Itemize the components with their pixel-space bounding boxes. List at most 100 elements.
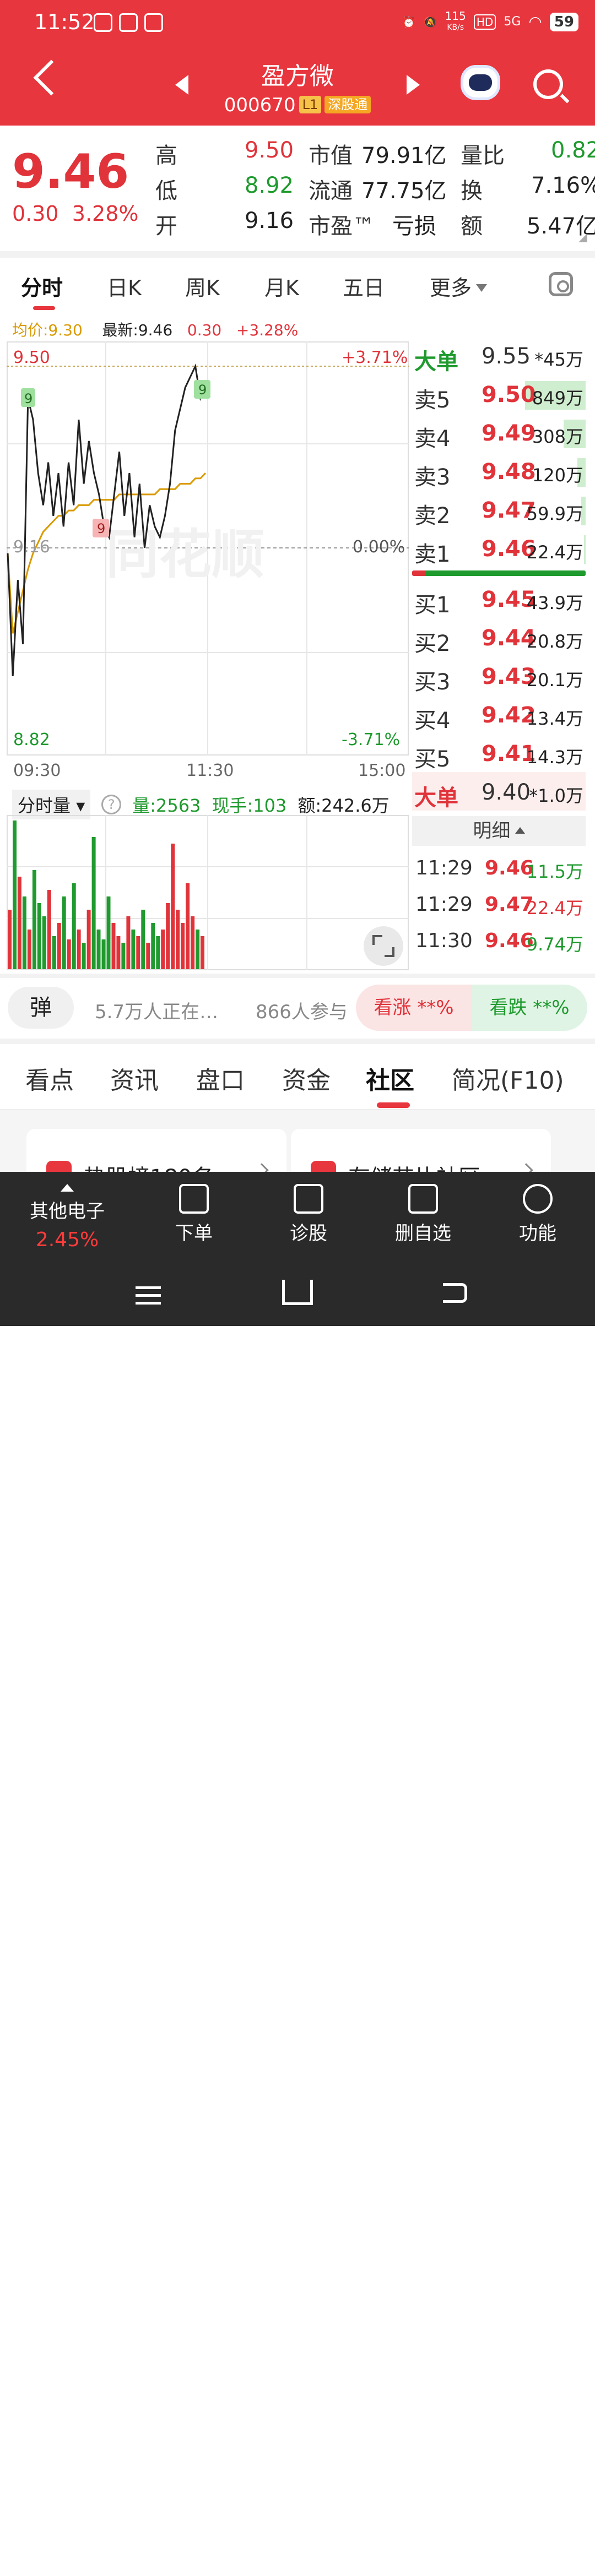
trade-row: 11:29 9.46 11.5万	[415, 857, 583, 882]
tab-weekly-k[interactable]: 周K	[185, 271, 220, 301]
tab-monthly-k[interactable]: 月K	[264, 271, 299, 301]
tab-market-depth[interactable]: 盘口	[196, 1061, 245, 1096]
net-speed: 115 KB/s	[445, 9, 466, 32]
menu-icon[interactable]	[136, 1286, 161, 1305]
app-header: 11:52 ⏰ 🔕 115 KB/s HD 5G ◠ 59 盈方微 000670 L…	[0, 0, 595, 126]
tab-fund-flow[interactable]: 资金	[282, 1061, 331, 1096]
big-buy-order[interactable]: 大单 9.40 *1.0万	[412, 772, 586, 811]
tab-highlights[interactable]: 看点	[25, 1061, 74, 1096]
volume-bar	[62, 896, 66, 969]
ask-row[interactable]: 卖3 9.48 120万	[412, 452, 586, 490]
tab-intraday[interactable]: 分时	[21, 271, 63, 301]
volume-bar	[13, 820, 17, 969]
functions-button[interactable]: 功能	[478, 1172, 595, 1260]
tab-five-day[interactable]: 五日	[343, 271, 385, 301]
marker-last: 9	[194, 380, 210, 399]
help-icon[interactable]: ?	[101, 795, 122, 814]
ask-row[interactable]: 卖2 9.47 59.9万	[412, 490, 586, 529]
ask-row[interactable]: 卖1 9.46 22.4万	[412, 529, 586, 567]
divider	[0, 251, 595, 258]
vote-up-button[interactable]: 看涨 **%	[356, 985, 472, 1031]
stock-code-line: 000670 L1 深股通	[0, 94, 595, 116]
online-count[interactable]: 5.7万人正在…	[95, 997, 218, 1024]
tab-news[interactable]: 资讯	[110, 1061, 159, 1096]
volume-bar	[22, 896, 26, 969]
chart-legend: 均价:9.30 最新:9.46 0.30 +3.28%	[12, 318, 298, 340]
tab-daily-k[interactable]: 日K	[107, 271, 142, 301]
volume-bar	[17, 877, 21, 969]
signal-icon: 5G	[504, 15, 521, 29]
ask-depth-bar	[583, 535, 586, 564]
level-badge: L1	[299, 96, 322, 113]
sector-button[interactable]: 其他电子 2.45%	[8, 1172, 127, 1260]
expand-corner-icon[interactable]	[578, 233, 587, 242]
chart-watermark: 同花顺	[106, 525, 264, 584]
order-button[interactable]: 下单	[134, 1172, 253, 1260]
turnover-value: 7.16%	[531, 173, 595, 198]
back-nav-icon[interactable]	[443, 1283, 467, 1303]
sub-tab-indicator	[377, 1102, 410, 1108]
stock-name: 盈方微	[261, 62, 334, 90]
y-low-pct-label: -3.71%	[342, 730, 401, 749]
price-change: 0.30 3.28%	[12, 202, 139, 226]
volume-bar	[156, 936, 160, 969]
source-watermark: 头条 @财富	[496, 2557, 578, 2575]
danmaku-button[interactable]: 弹	[8, 987, 74, 1029]
volume-bar	[37, 903, 41, 969]
ai-robot-icon[interactable]	[461, 65, 500, 100]
bid-row[interactable]: 买4 9.42 13.4万	[412, 695, 586, 733]
bid-row[interactable]: 买5 9.41 14.3万	[412, 733, 586, 772]
volume-bar	[166, 903, 170, 969]
tab-profile-f10[interactable]: 简况(F10)	[452, 1061, 564, 1096]
ask-row[interactable]: 卖4 9.49 308万	[412, 413, 586, 452]
big-buy-wrapper: 大单 9.40 *1.0万	[412, 772, 586, 811]
chevron-down-icon	[476, 284, 488, 292]
participant-count: 866人参与	[256, 1001, 348, 1023]
home-icon[interactable]	[282, 1280, 313, 1305]
svg-text:9: 9	[97, 521, 105, 536]
search-icon[interactable]	[533, 69, 563, 99]
ask-row[interactable]: 卖5 9.50 849万	[412, 374, 586, 413]
volume-bar	[111, 923, 116, 969]
next-stock-icon[interactable]	[407, 75, 420, 95]
big-sell-order[interactable]: 大单 9.55 *45万	[412, 336, 586, 374]
volume-bar	[91, 837, 96, 969]
volume-chart[interactable]	[7, 815, 409, 970]
bid-row[interactable]: 买1 9.45 43.9万	[412, 579, 586, 618]
volume-bar	[96, 930, 101, 969]
volume-bar	[136, 936, 140, 969]
fullscreen-icon[interactable]	[364, 926, 403, 966]
bid-row[interactable]: 买3 9.43 20.1万	[412, 656, 586, 695]
chevron-up-icon	[515, 827, 525, 834]
trade-row: 11:30 9.46 9.74万	[415, 930, 583, 955]
high-label: 高	[155, 143, 177, 169]
vol-ratio-value: 0.82	[551, 138, 595, 163]
intraday-chart[interactable]: 同花顺 9 9 9	[7, 341, 409, 760]
bid-row[interactable]: 买2 9.44 20.8万	[412, 618, 586, 656]
vote-down-button[interactable]: 看跌 **%	[472, 985, 587, 1031]
volume-bar	[191, 916, 195, 969]
y-low-label: 8.82	[13, 730, 50, 749]
volume-bar	[86, 910, 91, 969]
app-notification-icon	[94, 13, 112, 32]
current-price: 9.46	[12, 144, 129, 199]
quote-panel: 9.46 0.30 3.28% 高 9.50 市值 79.91亿 量比 0.82…	[0, 126, 595, 252]
vol-ratio-label: 量比	[461, 143, 505, 169]
remove-watchlist-button[interactable]: 删自选	[364, 1172, 483, 1260]
volume-bar	[186, 883, 190, 969]
minus-box-icon	[408, 1184, 438, 1214]
trade-list: 11:29 9.46 11.5万 11:29 9.47 22.4万 11:30 9.46 9…	[412, 850, 586, 959]
chart-settings-icon[interactable]	[549, 272, 573, 296]
detail-toggle[interactable]: 明细	[412, 816, 586, 846]
y-high-label: 9.50	[13, 348, 50, 367]
tab-community[interactable]: 社区	[366, 1061, 414, 1096]
diagnose-button[interactable]: 诊股	[249, 1172, 368, 1260]
volume-value: 量:2563	[132, 795, 201, 816]
avg-price: 均价:9.30	[12, 321, 83, 339]
tab-indicator	[33, 306, 55, 310]
marker-low: 9	[93, 519, 109, 537]
tab-more[interactable]: 更多	[430, 271, 488, 301]
volume-bar	[8, 910, 12, 969]
y-mid-pct-label: 0.00%	[353, 537, 405, 557]
amount-label: 额	[461, 214, 483, 239]
